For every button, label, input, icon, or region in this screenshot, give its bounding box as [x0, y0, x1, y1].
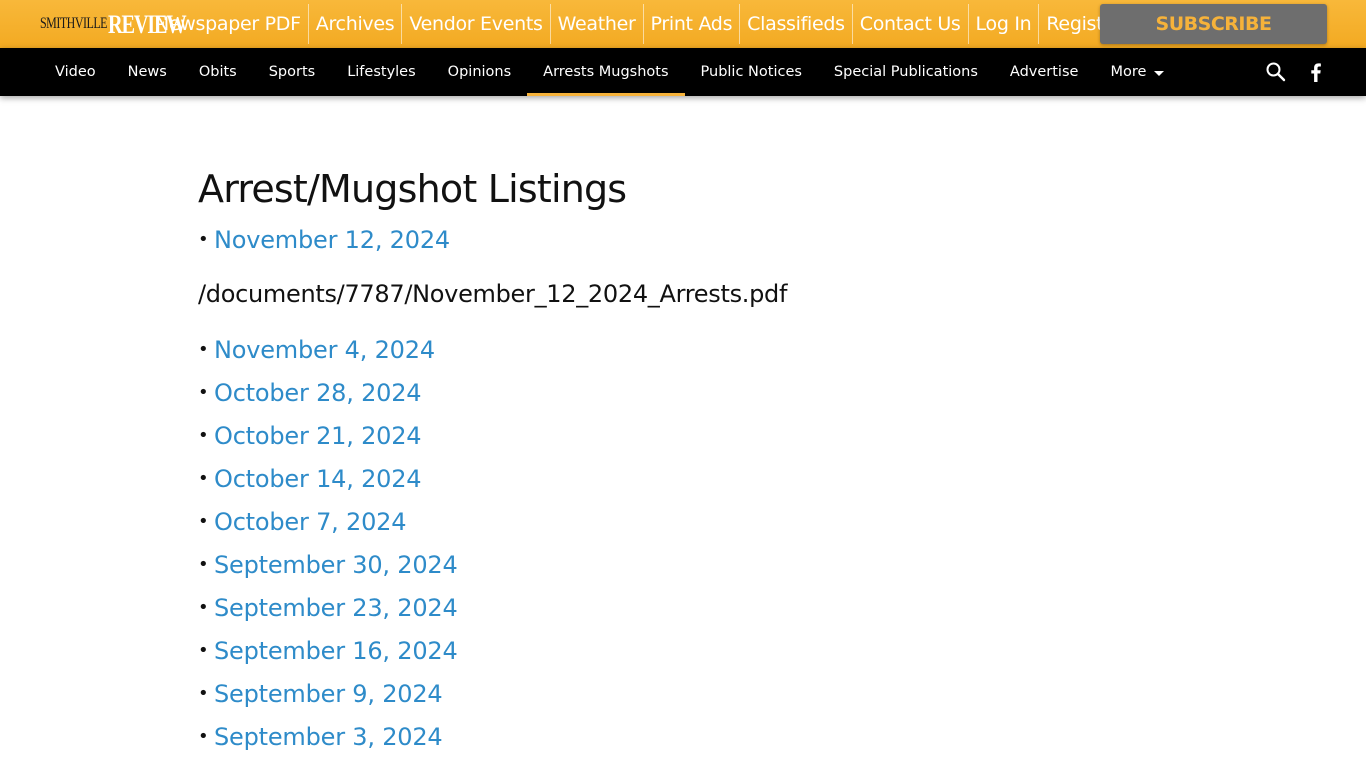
listing-link[interactable]: October 7, 2024	[214, 508, 406, 536]
top-links: Newspaper PDF Archives Vendor Events Wea…	[148, 0, 1129, 48]
list-item: • October 21, 2024	[198, 414, 1158, 457]
listing-link[interactable]: September 16, 2024	[214, 637, 458, 665]
top-bar: SMITHVILLE REVIEW Newspaper PDF Archives…	[0, 0, 1366, 48]
subscribe-button[interactable]: SUBSCRIBE	[1100, 4, 1327, 44]
list-item: • September 3, 2024	[198, 715, 1158, 758]
list-item: • November 4, 2024	[198, 328, 1158, 371]
nav-item-obits[interactable]: Obits	[183, 48, 253, 96]
listing-link[interactable]: October 28, 2024	[214, 379, 422, 407]
nav-item-sports[interactable]: Sports	[253, 48, 331, 96]
nav-item-advertise[interactable]: Advertise	[994, 48, 1095, 96]
listing-link[interactable]: September 23, 2024	[214, 594, 458, 622]
toplink-vendor-events[interactable]: Vendor Events	[402, 4, 551, 44]
logo-small-text: SMITHVILLE	[40, 13, 108, 32]
listing-link[interactable]: September 3, 2024	[214, 723, 443, 751]
search-icon[interactable]	[1264, 60, 1288, 84]
list-item: • September 23, 2024	[198, 586, 1158, 629]
bullet: •	[198, 554, 209, 575]
bullet: •	[198, 683, 209, 704]
listing-link[interactable]: September 30, 2024	[214, 551, 458, 579]
bullet: •	[198, 339, 209, 360]
nav-item-special-publications[interactable]: Special Publications	[818, 48, 994, 96]
nav-item-more-label: More	[1110, 64, 1147, 80]
facebook-icon[interactable]	[1304, 60, 1328, 84]
bullet: •	[198, 726, 209, 747]
list-item: • September 16, 2024	[198, 629, 1158, 672]
toplink-weather[interactable]: Weather	[551, 4, 644, 44]
bullet: •	[198, 382, 209, 403]
listing-link[interactable]: October 14, 2024	[214, 465, 422, 493]
toplink-print-ads[interactable]: Print Ads	[644, 4, 741, 44]
bullet: •	[198, 468, 209, 489]
listing-link[interactable]: November 4, 2024	[214, 336, 435, 364]
list-item: • November 12, 2024	[198, 218, 1158, 261]
listing-link[interactable]: September 9, 2024	[214, 680, 443, 708]
caret-down-icon	[1154, 70, 1165, 76]
list-item: • October 14, 2024	[198, 457, 1158, 500]
listing-link[interactable]: November 12, 2024	[214, 226, 450, 254]
page-title: Arrest/Mugshot Listings	[198, 167, 627, 211]
nav-item-video[interactable]: Video	[39, 48, 112, 96]
toplink-archives[interactable]: Archives	[309, 4, 403, 44]
bullet: •	[198, 229, 209, 250]
toplink-classifieds[interactable]: Classifieds	[740, 4, 853, 44]
listings-content: Arrest/Mugshot Listings • November 12, 2…	[198, 160, 1158, 758]
bullet: •	[198, 425, 209, 446]
main-nav: Video News Obits Sports Lifestyles Opini…	[0, 48, 1366, 96]
nav-item-public-notices[interactable]: Public Notices	[685, 48, 818, 96]
nav-item-lifestyles[interactable]: Lifestyles	[331, 48, 431, 96]
toplink-newspaper-pdf[interactable]: Newspaper PDF	[148, 4, 309, 44]
toplink-log-in[interactable]: Log In	[969, 4, 1040, 44]
nav-item-opinions[interactable]: Opinions	[432, 48, 527, 96]
list-item: • October 28, 2024	[198, 371, 1158, 414]
nav-item-arrests-mugshots[interactable]: Arrests Mugshots	[527, 48, 685, 96]
nav-item-more[interactable]: More	[1094, 48, 1180, 96]
list-item: • September 9, 2024	[198, 672, 1158, 715]
nav-item-news[interactable]: News	[112, 48, 183, 96]
list-item: • September 30, 2024	[198, 543, 1158, 586]
document-path: /documents/7787/November_12_2024_Arrests…	[198, 280, 788, 308]
toplink-contact-us[interactable]: Contact Us	[853, 4, 969, 44]
bullet: •	[198, 597, 209, 618]
bullet: •	[198, 640, 209, 661]
listing-link[interactable]: October 21, 2024	[214, 422, 422, 450]
list-item: • October 7, 2024	[198, 500, 1158, 543]
bullet: •	[198, 511, 209, 532]
